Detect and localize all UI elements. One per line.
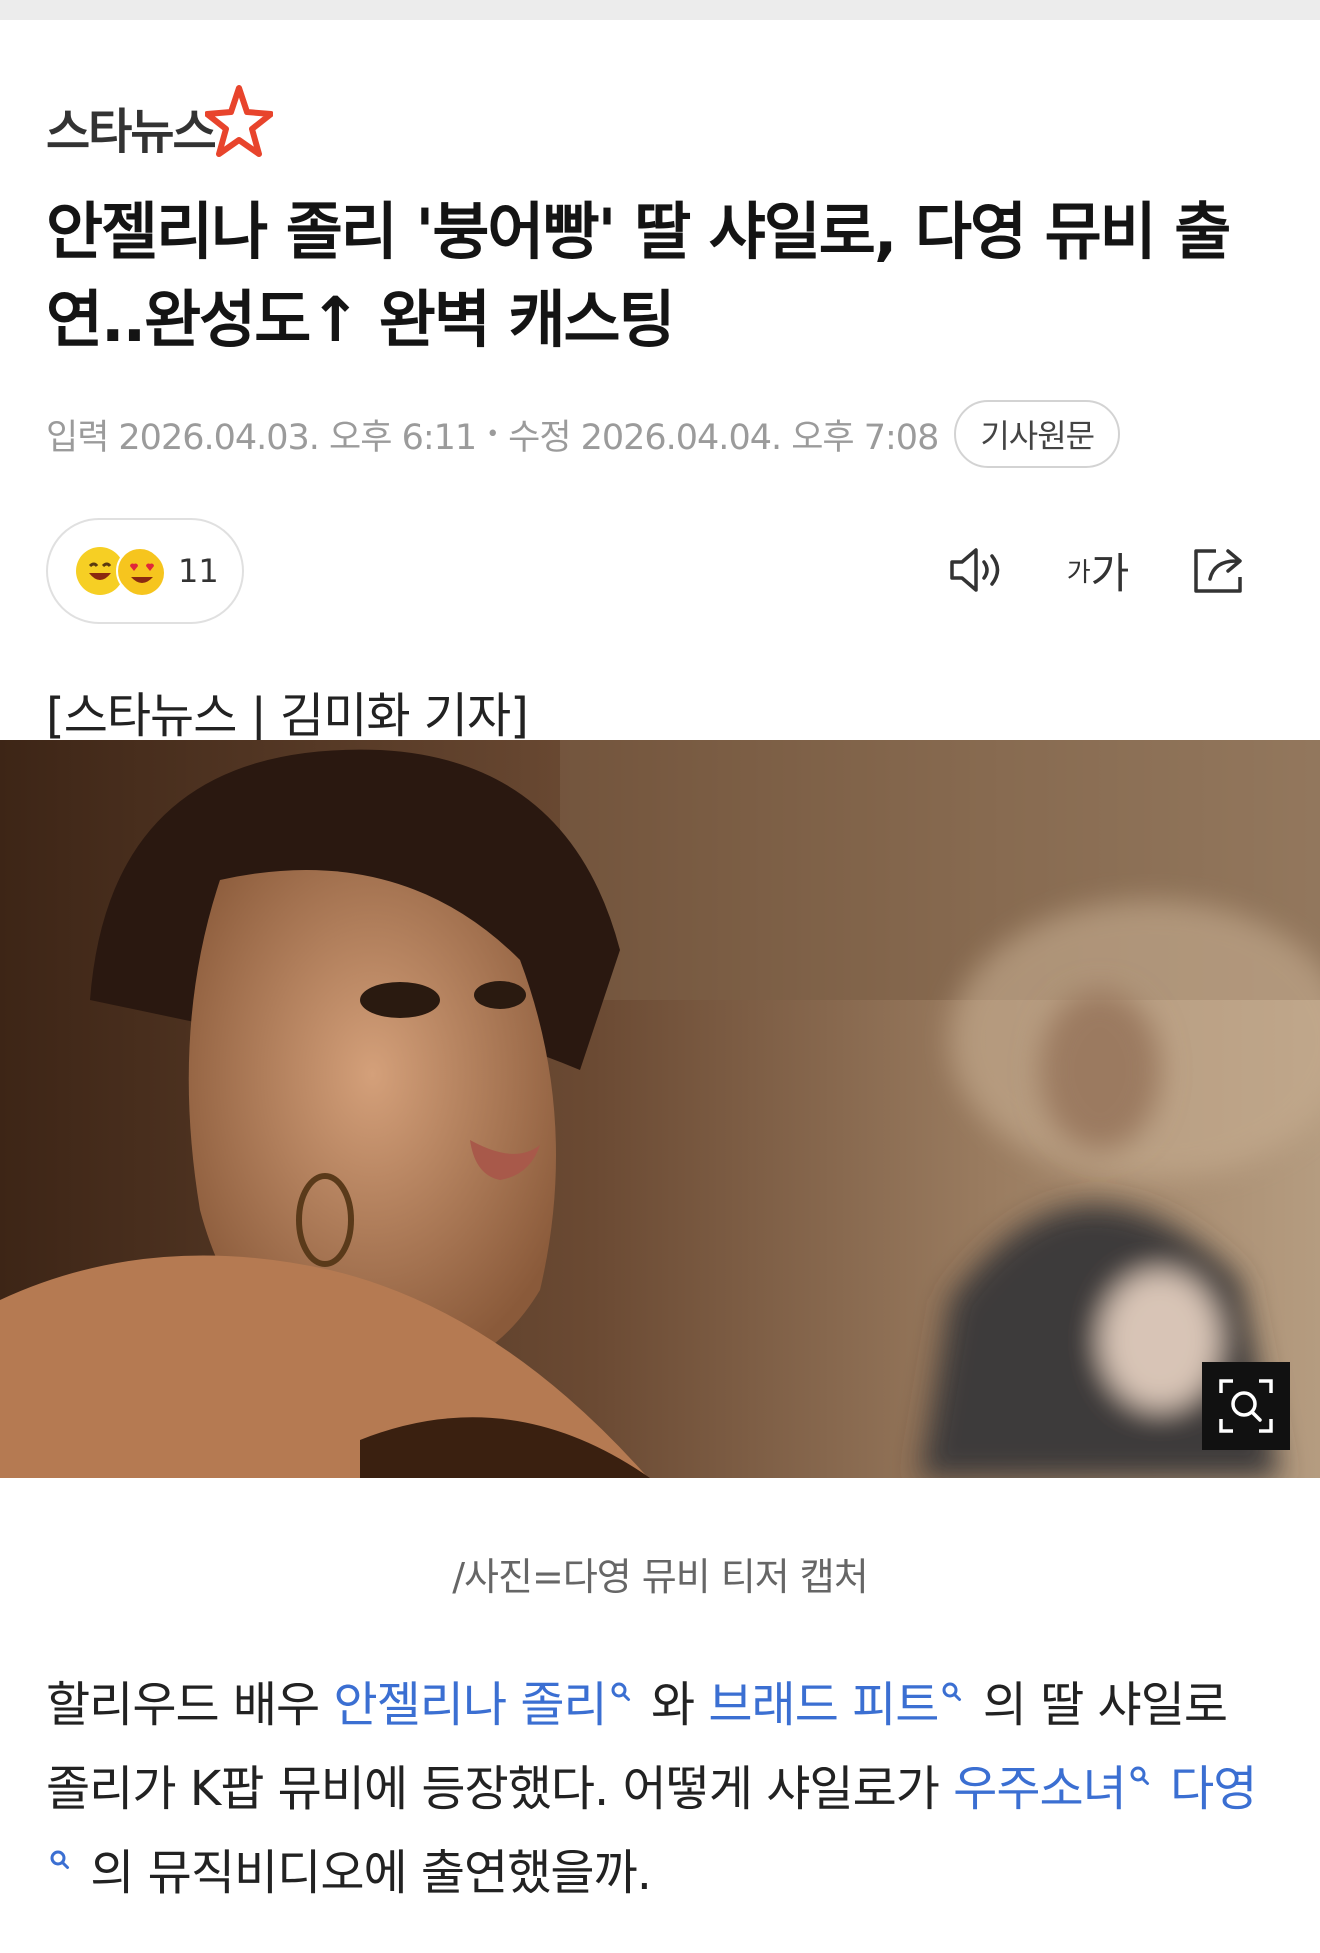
- reaction-button[interactable]: 11: [46, 518, 244, 624]
- article-byline: [스타뉴스 | 김미화 기자]: [46, 688, 529, 744]
- link-wjsn[interactable]: 우주소녀: [953, 1761, 1127, 1817]
- font-size-icon[interactable]: 가가: [1058, 530, 1138, 610]
- font-size-large-label: 가: [1090, 548, 1130, 598]
- share-icon[interactable]: [1180, 530, 1260, 610]
- search-link-icon[interactable]: [1128, 1764, 1152, 1788]
- edit-time: 2026.04.04. 오후 7:08: [580, 417, 940, 458]
- original-article-button[interactable]: 기사원문: [954, 400, 1121, 468]
- heart-eyes-emoji-icon: [116, 547, 164, 595]
- edit-label: 수정: [508, 417, 571, 458]
- reaction-count: 11: [178, 552, 219, 590]
- link-angelina-jolie[interactable]: 안젤리나 졸리: [333, 1677, 607, 1733]
- font-size-small-label: 가: [1066, 557, 1091, 588]
- link-brad-pitt[interactable]: 브래드 피트: [708, 1677, 939, 1733]
- press-logo-text: 스타뉴스: [46, 104, 217, 160]
- body-text-1: 할리우드 배우: [46, 1677, 334, 1733]
- article-body: 할리우드 배우 안젤리나 졸리 와 브래드 피트 의 딸 샤일로 졸리가 K팝 …: [46, 1663, 1276, 1915]
- input-time: 2026.04.03. 오후 6:11: [118, 417, 477, 458]
- star-logo-icon: [204, 85, 273, 157]
- input-label: 입력: [46, 417, 109, 458]
- zoom-icon: [1219, 1379, 1273, 1433]
- link-dayoung[interactable]: 다영: [1170, 1761, 1257, 1817]
- body-text-2: 와: [636, 1677, 709, 1733]
- search-link-icon[interactable]: [940, 1680, 964, 1704]
- photo-caption: /사진=다영 뮤비 티저 캡처: [452, 1555, 868, 1599]
- article-card: 스타뉴스 안젤리나 졸리 '붕어빵' 딸 샤일로, 다영 뮤비 출연..완성도↑…: [0, 20, 1320, 1953]
- article-meta: 입력 2026.04.03. 오후 6:11 • 수정 2026.04.04. …: [46, 386, 1121, 482]
- search-link-icon[interactable]: [609, 1680, 633, 1704]
- article-headline: 안젤리나 졸리 '붕어빵' 딸 샤일로, 다영 뮤비 출연..완성도↑ 완벽 캐…: [46, 195, 1231, 356]
- zoom-button[interactable]: [1202, 1362, 1290, 1450]
- press-logo[interactable]: 스타뉴스: [46, 82, 273, 172]
- body-text-4: 의 뮤직비디오에 출연했을까.: [76, 1845, 652, 1901]
- meta-separator: •: [486, 421, 499, 447]
- speaker-icon[interactable]: [938, 530, 1018, 610]
- article-photo[interactable]: [0, 740, 1320, 1478]
- search-link-icon[interactable]: [48, 1848, 72, 1872]
